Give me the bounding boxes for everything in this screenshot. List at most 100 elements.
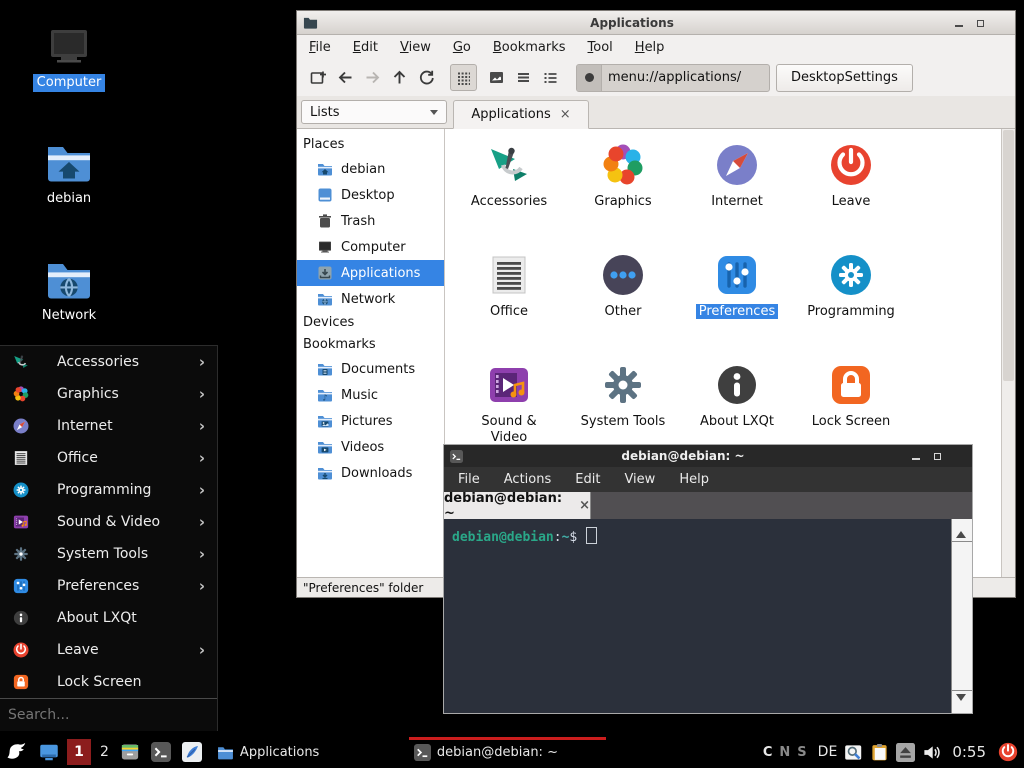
- maximize-button[interactable]: [972, 16, 988, 30]
- sidebar-item-network[interactable]: Network: [297, 286, 444, 312]
- compact-view-button[interactable]: [510, 64, 537, 91]
- sidebar-item-pictures[interactable]: Pictures: [297, 408, 444, 434]
- sidebar-item-desktop[interactable]: Desktop: [297, 182, 444, 208]
- fm-menu-help[interactable]: Help: [635, 40, 665, 55]
- menu-item-programming[interactable]: Programming ›: [0, 474, 217, 506]
- menu-item-leave[interactable]: Leave ›: [0, 634, 217, 666]
- desktop-icon-computer[interactable]: Computer: [21, 22, 117, 92]
- folder-about-lxqt[interactable]: About LXQt: [681, 361, 793, 430]
- fm-menu-file[interactable]: File: [309, 40, 331, 55]
- close-button[interactable]: [950, 449, 966, 463]
- desktop-icon-debian[interactable]: debian: [21, 138, 117, 208]
- computer-icon: [317, 239, 333, 255]
- programming-icon: [827, 251, 875, 299]
- folder-accessories[interactable]: Accessories: [453, 141, 565, 210]
- menu-item-about-lxqt[interactable]: About LXQt: [0, 602, 217, 634]
- volume-icon[interactable]: [922, 743, 941, 762]
- folder-other[interactable]: Other: [567, 251, 679, 320]
- folder-internet[interactable]: Internet: [681, 141, 793, 210]
- task-terminal[interactable]: debian@debian: ~: [409, 736, 606, 768]
- sidebar-item-trash[interactable]: Trash: [297, 208, 444, 234]
- fm-menu-bookmarks[interactable]: Bookmarks: [493, 40, 566, 55]
- graphics-icon: [12, 385, 30, 403]
- sidebar-item-debian[interactable]: debian: [297, 156, 444, 182]
- address-bar[interactable]: menu://applications/: [576, 64, 770, 92]
- reload-button[interactable]: [413, 64, 440, 91]
- desktop-settings-button[interactable]: DesktopSettings: [776, 64, 913, 92]
- show-desktop-button[interactable]: [39, 742, 59, 762]
- fm-menu-tool[interactable]: Tool: [588, 40, 613, 55]
- minimize-button[interactable]: [951, 16, 967, 30]
- scrollbar[interactable]: [1001, 129, 1015, 577]
- fm-titlebar[interactable]: Applications: [297, 11, 1015, 35]
- menu-item-lock-screen[interactable]: Lock Screen: [0, 666, 217, 698]
- folder-graphics[interactable]: Graphics: [567, 141, 679, 210]
- tab-applications[interactable]: Applications ×: [453, 100, 589, 129]
- power-button[interactable]: [997, 741, 1019, 763]
- sidebar-item-documents[interactable]: Documents: [297, 356, 444, 382]
- folder-leave[interactable]: Leave: [795, 141, 907, 210]
- terminal-titlebar[interactable]: debian@debian: ~: [444, 445, 972, 467]
- term-menu-edit[interactable]: Edit: [575, 472, 600, 487]
- up-button[interactable]: [386, 64, 413, 91]
- menu-item-office[interactable]: Office ›: [0, 442, 217, 474]
- menu-search-input[interactable]: [0, 706, 217, 724]
- close-button[interactable]: [993, 16, 1009, 30]
- folder-system-tools[interactable]: System Tools: [567, 361, 679, 430]
- sidebar-item-applications[interactable]: Applications: [297, 260, 444, 286]
- folder-programming[interactable]: Programming: [795, 251, 907, 320]
- folder-office[interactable]: Office: [453, 251, 565, 320]
- term-menu-view[interactable]: View: [624, 472, 655, 487]
- file-manager-launcher[interactable]: [120, 742, 140, 762]
- terminal-tab[interactable]: debian@debian: ~ ×: [444, 492, 591, 519]
- detailed-view-button[interactable]: [537, 64, 564, 91]
- workspace-1-button[interactable]: 1: [67, 739, 91, 765]
- minimize-button[interactable]: [908, 449, 924, 463]
- terminal-content[interactable]: debian@debian:~$: [444, 519, 972, 713]
- menu-item-preferences[interactable]: Preferences ›: [0, 570, 217, 602]
- keyboard-layout-indicator[interactable]: DE: [818, 744, 838, 760]
- side-pane-selector[interactable]: Lists: [301, 100, 447, 124]
- new-tab-button[interactable]: [305, 64, 332, 91]
- clock[interactable]: 0:55: [952, 743, 986, 761]
- sidebar-item-videos[interactable]: Videos: [297, 434, 444, 460]
- menu-item-system-tools[interactable]: System Tools ›: [0, 538, 217, 570]
- forward-button[interactable]: [359, 64, 386, 91]
- term-menu-actions[interactable]: Actions: [504, 472, 552, 487]
- close-tab-icon[interactable]: ×: [579, 499, 590, 512]
- scroll-down-icon[interactable]: [956, 694, 966, 706]
- desktop-icon: [317, 187, 333, 203]
- text-editor-launcher[interactable]: [182, 742, 202, 762]
- scroll-up-icon[interactable]: [956, 526, 966, 538]
- menu-item-accessories[interactable]: Accessories ›: [0, 346, 217, 378]
- sidebar-item-computer[interactable]: Computer: [297, 234, 444, 260]
- sidebar-item-downloads[interactable]: Downloads: [297, 460, 444, 486]
- folder-sound-video[interactable]: Sound & Video: [453, 361, 565, 446]
- sidebar-item-music[interactable]: Music: [297, 382, 444, 408]
- terminal-scrollbar[interactable]: [951, 519, 972, 713]
- fm-menu-view[interactable]: View: [400, 40, 431, 55]
- desktop-icon-network[interactable]: Network: [21, 255, 117, 325]
- icon-view-button[interactable]: [450, 64, 477, 91]
- fm-menu-edit[interactable]: Edit: [353, 40, 378, 55]
- menu-item-graphics[interactable]: Graphics ›: [0, 378, 217, 410]
- term-menu-file[interactable]: File: [458, 472, 480, 487]
- folder-preferences[interactable]: Preferences: [681, 251, 793, 320]
- fm-menu-go[interactable]: Go: [453, 40, 471, 55]
- task-applications[interactable]: Applications: [212, 736, 409, 768]
- menu-item-internet[interactable]: Internet ›: [0, 410, 217, 442]
- close-tab-icon[interactable]: ×: [560, 108, 571, 121]
- maximize-button[interactable]: [929, 449, 945, 463]
- back-button[interactable]: [332, 64, 359, 91]
- folder-lock-screen[interactable]: Lock Screen: [795, 361, 907, 430]
- menu-item-sound-video[interactable]: Sound & Video ›: [0, 506, 217, 538]
- lxqt-menu-button[interactable]: [5, 740, 29, 764]
- scrollbar-thumb[interactable]: [1003, 130, 1014, 381]
- screenshot-tool-tray-icon[interactable]: [844, 743, 863, 762]
- removable-media-eject-icon[interactable]: [896, 743, 915, 762]
- thumbnail-view-button[interactable]: [483, 64, 510, 91]
- terminal-launcher[interactable]: [151, 742, 171, 762]
- term-menu-help[interactable]: Help: [679, 472, 709, 487]
- workspace-2-button[interactable]: 2: [100, 744, 109, 760]
- clipboard-tray-icon[interactable]: [870, 743, 889, 762]
